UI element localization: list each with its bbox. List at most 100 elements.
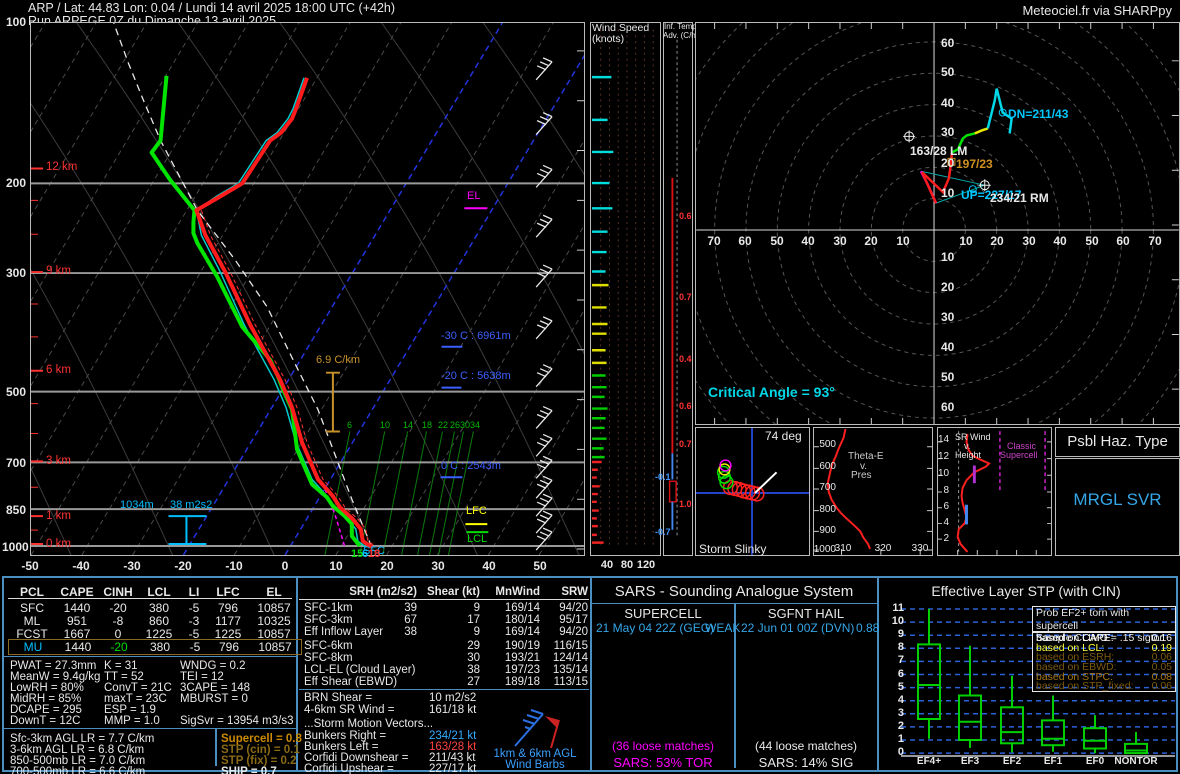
stats-section: PCL CAPE CINH LCL LI LFC EL SFC 1440 -20… — [2, 576, 1178, 774]
stp-category: EF2 — [1002, 756, 1022, 767]
hodo-tick: 20 — [864, 234, 878, 248]
cell: -8 — [112, 614, 124, 628]
divider — [215, 728, 217, 766]
sars-sig-prob: SARS: 14% SIG — [758, 755, 854, 770]
parcel-table-header: PCL CAPE CINH LCL LI LFC EL — [8, 585, 300, 599]
pressure-label: 300 — [5, 266, 26, 280]
adv-value: 1.0 — [679, 499, 692, 509]
thetae-ytick: 600 — [819, 461, 836, 472]
stp-category: NONTOR — [1114, 756, 1158, 767]
parcel-row-ml: ML 951 -8 860 -3 1177 10325 — [8, 614, 300, 628]
kin-srw: 94/20 — [559, 602, 588, 614]
wind-grid — [600, 29, 654, 549]
hodo-rings — [696, 23, 1179, 424]
srwind-title3: Height — [955, 450, 982, 460]
hodo-tick: 60 — [941, 36, 955, 50]
height-label: 12 km — [46, 161, 78, 173]
temp-axis-tick: 40 — [482, 559, 496, 573]
hodo-tick: 30 — [941, 310, 955, 324]
hodo-tick: 40 — [941, 96, 955, 110]
thetae-ytick: 700 — [819, 482, 836, 493]
cell: -5 — [189, 640, 201, 654]
lcl-label: LCL — [467, 533, 488, 545]
sars-supercell-strength: WEAK — [705, 621, 741, 635]
barbs-caption2: Wind Barbs — [505, 759, 565, 771]
cell: SFC — [20, 601, 44, 615]
cell: 1440 — [63, 601, 91, 615]
header-underline — [8, 598, 292, 599]
cell: -5 — [188, 601, 200, 615]
pressure-label: 850 — [5, 503, 26, 517]
temp-axis-tick: -40 — [72, 559, 90, 573]
hodo-tick: 60 — [1116, 234, 1130, 248]
kin-mnwind: 180/14 — [504, 614, 540, 626]
wind-bars-upper — [591, 283, 609, 365]
hodo-tick: 30 — [941, 125, 955, 139]
el-label: EL — [467, 190, 481, 202]
pressure-label: 1000 — [2, 540, 29, 554]
hodo-tick: 20 — [941, 156, 955, 170]
divider — [590, 578, 592, 770]
thetae-ytick: 1000 — [813, 544, 836, 555]
adv-value: 0.7 — [679, 439, 692, 449]
hodo-tick: 10 — [941, 250, 955, 264]
wind-bars-high — [591, 75, 614, 273]
stp-ytick: 3 — [897, 707, 904, 719]
temp-axis-tick: 10 — [329, 559, 343, 573]
cell: -20 — [110, 640, 128, 654]
cell: 860 — [148, 614, 170, 628]
hodo-tick: 50 — [941, 370, 955, 384]
temp-axis-tick: 20 — [380, 559, 394, 573]
slinky-deg-label: 74 deg — [765, 429, 802, 443]
hodo-tick: 40 — [1053, 234, 1067, 248]
kin-row-label: LCL-EL (Cloud Layer) — [304, 664, 416, 676]
legend-title: Prob EF2+ torn with supercell — [1036, 607, 1130, 632]
srwind-title: SR Wind — [955, 432, 991, 442]
adv-value: -0.1 — [655, 472, 671, 482]
inflow-srh-label: 38 m2s2 — [170, 499, 213, 511]
hodo-tick: 10 — [896, 234, 910, 248]
hodo-tick: 40 — [801, 234, 815, 248]
srwind-ytick: 8 — [943, 485, 949, 496]
sars-hail-matches: (44 loose matches) — [754, 739, 858, 753]
wind-col-title2: (knots) — [592, 33, 625, 45]
hodo-edge-ticks — [714, 23, 1179, 424]
legend-value: 0.06 — [1151, 680, 1172, 693]
kin-srw: 95/17 — [559, 614, 588, 626]
wind-speed-column — [590, 22, 661, 556]
temperature-curve — [194, 77, 373, 549]
height-label: 0 km — [46, 538, 71, 550]
kin-shear: 9 — [473, 626, 480, 638]
kin-srh: 67 — [404, 614, 417, 626]
lapse-rate-label: 6.9 C/km — [316, 354, 361, 366]
lfc-label: LFC — [466, 505, 487, 517]
temp-axis-tick: -30 — [123, 559, 141, 573]
adv-value: 0.6 — [679, 401, 692, 411]
adv-value: 0.4 — [679, 354, 692, 364]
corfidi-up-value: 227/17 kt — [429, 763, 477, 774]
sars-title: SARS - Sounding Analogue System — [614, 583, 854, 600]
sars-hail-match: 22 Jun 01 00Z (DVN) — [741, 621, 855, 635]
stp-ytick: 5 — [897, 681, 904, 693]
storm-slinky-panel — [695, 427, 810, 556]
kin-row-label: Eff Inflow Layer — [304, 626, 384, 638]
temp-axis-tick: -50 — [21, 559, 39, 573]
srwind-ytick: 4 — [943, 517, 949, 528]
critical-angle-label: Critical Angle = 93° — [708, 384, 835, 400]
srwind-ytick: 12 — [938, 451, 950, 462]
temp-axis-tick: 0 — [281, 559, 289, 573]
stp-ytick: 9 — [897, 628, 904, 640]
corfidi-up-row: Corfidi Upshear = — [304, 763, 394, 774]
inflow-height-label: 1034m — [120, 499, 154, 511]
sars-hail-header: SGFNT HAIL — [767, 606, 845, 621]
temp-axis-tick: 30 — [431, 559, 445, 573]
cell: 796 — [218, 640, 240, 654]
pressure-label: 700 — [5, 456, 26, 470]
separator — [4, 656, 296, 657]
wind-col-title: Wind Speed — [592, 22, 650, 34]
hodo-tick: 30 — [833, 234, 847, 248]
hodo-tick: 50 — [770, 234, 784, 248]
slinky-title: Storm Slinky — [699, 542, 767, 556]
kin-mnwind: 189/18 — [504, 676, 540, 688]
wind-bars-low — [591, 460, 604, 544]
